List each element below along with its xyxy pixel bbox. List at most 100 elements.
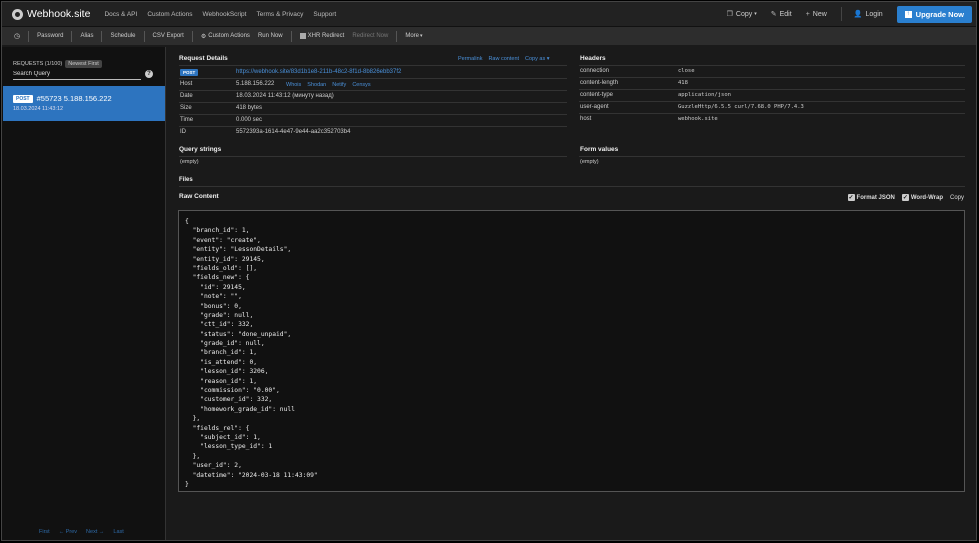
gear-icon: ⚙ [200, 33, 207, 40]
new-button[interactable]: + New [806, 11, 827, 18]
schedule-button[interactable]: Schedule [110, 33, 135, 39]
nav-docs-api[interactable]: Docs & API [104, 11, 137, 18]
code-line: "customer_id": 332, [185, 396, 273, 404]
copy-as-dropdown[interactable]: Copy as ▾ [525, 56, 549, 62]
nav-webhookscript[interactable]: WebhookScript [202, 11, 246, 18]
divider [179, 102, 567, 103]
newest-first-toggle[interactable]: Newest First [65, 60, 102, 68]
code-line: "lesson_type_id": 1 [185, 443, 273, 451]
raw-content-title: Raw Content [179, 193, 219, 200]
code-line: "entity_id": 29145, [185, 255, 265, 263]
code-line: "branch_id": 1, [185, 227, 250, 235]
raw-content-code[interactable]: { "branch_id": 1, "event": "create", "en… [178, 210, 965, 492]
top-navbar: Webhook.site Docs & API Custom Actions W… [2, 2, 976, 27]
headers-title: Headers [580, 55, 606, 62]
code-line: "reason_id": 1, [185, 377, 258, 385]
brand[interactable]: Webhook.site [12, 8, 90, 20]
format-json-toggle[interactable]: ✓ Format JSON [847, 194, 895, 201]
time-label: Time [180, 117, 194, 123]
request-url-link[interactable]: https://webhook.site/83d1b1e8-211b-48c2-… [236, 69, 401, 75]
alias-button[interactable]: Alias [80, 33, 93, 39]
more-dropdown-button[interactable]: More ▾ [405, 33, 422, 39]
request-title: #55723 5.188.156.222 [36, 94, 112, 103]
edit-icon: ✎ [770, 11, 777, 18]
search-query-input[interactable] [13, 69, 141, 79]
copy-label: Copy [735, 10, 753, 18]
toolbar-divider [396, 30, 398, 42]
requests-count: REQUESTS (1/100) [13, 61, 63, 67]
toolbar-divider [191, 30, 193, 42]
format-json-label: Format JSON [856, 194, 895, 201]
method-badge: POST [180, 69, 199, 76]
netify-link[interactable]: Netify [332, 82, 346, 88]
caret-down-icon: ▾ [754, 11, 757, 17]
header-name: content-length [580, 80, 619, 86]
divider [179, 65, 567, 66]
request-list-item[interactable]: POST #55723 5.188.156.222 18.03.2024 11:… [3, 86, 165, 121]
code-line: "is_attend": 0, [185, 358, 258, 366]
time-value: 0.000 sec [236, 117, 263, 123]
browser-frame: Webhook.site Docs & API Custom Actions W… [1, 1, 977, 541]
date-value: 18.03.2024 11:43:12 (минуту назад) [236, 93, 334, 99]
pager-prev[interactable]: ← Prev [59, 529, 77, 535]
divider [179, 186, 965, 187]
xhr-redirect-toggle[interactable]: XHR Redirect [299, 33, 345, 39]
size-value: 418 bytes [236, 105, 263, 111]
header-value: webhook.site [678, 116, 718, 122]
run-now-button[interactable]: Run Now [258, 33, 283, 39]
clock-button[interactable]: ◷ [14, 32, 20, 40]
request-toolbar: ◷ Password Alias Schedule CSV Export ⚙ C… [2, 27, 976, 46]
code-line: "fields_rel": { [185, 424, 250, 432]
permalink-link[interactable]: Permalink [458, 56, 482, 62]
code-line: "fields_old": [], [185, 264, 258, 272]
copy-icon: ❐ [726, 11, 733, 18]
nav-support[interactable]: Support [313, 11, 336, 18]
login-button[interactable]: 👤 Login [854, 10, 883, 19]
checkbox-icon [299, 33, 306, 39]
password-button[interactable]: Password [37, 33, 63, 39]
query-strings-value: (empty) [180, 159, 199, 165]
help-icon[interactable]: ? [145, 70, 153, 78]
header-name: host [580, 116, 592, 122]
method-badge: POST [13, 94, 33, 103]
code-line: "entity": "LessonDetails", [185, 246, 292, 254]
pager-next[interactable]: Next → [86, 529, 104, 535]
raw-content-link[interactable]: Raw content [488, 56, 519, 62]
divider [579, 101, 965, 102]
code-line: }, [185, 452, 201, 460]
search-field [13, 69, 141, 80]
divider [179, 78, 567, 79]
files-title: Files [179, 177, 193, 183]
csv-export-button[interactable]: CSV Export [153, 33, 184, 39]
edit-button[interactable]: ✎ Edit [770, 10, 792, 19]
request-date: 18.03.2024 11:43:12 [13, 106, 64, 112]
more-label: More [405, 33, 419, 39]
custom-actions-button[interactable]: ⚙ Custom Actions [201, 33, 250, 40]
brand-name: Webhook.site [27, 8, 91, 20]
word-wrap-toggle[interactable]: ✓ Word-Wrap [901, 194, 943, 201]
caret-down-icon: ▾ [420, 33, 423, 39]
nav-terms-privacy[interactable]: Terms & Privacy [256, 11, 303, 18]
divider [579, 156, 965, 157]
nav-custom-actions[interactable]: Custom Actions [147, 11, 192, 18]
pager-last[interactable]: Last [113, 529, 123, 535]
toolbar-divider [143, 30, 145, 42]
upgrade-label: Upgrade Now [915, 9, 964, 19]
redirect-now-button[interactable]: Redirect Now [352, 33, 388, 39]
request-detail-panel: Request Details Permalink Raw content Co… [167, 47, 976, 540]
pager-first[interactable]: First [39, 529, 50, 535]
whois-link[interactable]: Whois [286, 82, 301, 88]
divider [579, 113, 965, 114]
divider [579, 77, 965, 78]
censys-link[interactable]: Censys [352, 82, 370, 88]
copy-dropdown-button[interactable]: ❐ Copy ▾ [726, 10, 757, 19]
code-line: "homework_grade_id": null [185, 405, 295, 413]
host-label: Host [180, 81, 193, 87]
code-line: "lesson_id": 3206, [185, 368, 269, 376]
code-line: "ctt_id": 332, [185, 321, 254, 329]
xhr-redirect-label: XHR Redirect [307, 33, 345, 39]
shodan-link[interactable]: Shodan [307, 82, 326, 88]
copy-raw-button[interactable]: Copy [950, 195, 964, 201]
upgrade-now-button[interactable]: ↑ Upgrade Now [896, 5, 972, 23]
code-line: }, [185, 415, 201, 423]
